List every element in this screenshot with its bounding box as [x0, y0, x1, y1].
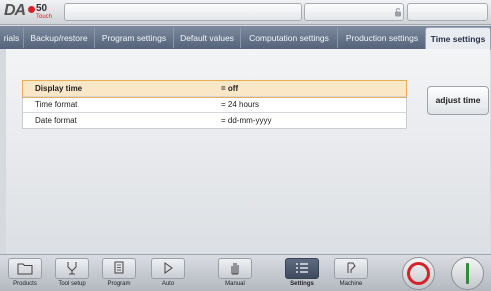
logo-text: DA [4, 2, 26, 19]
settings-panel: Display time = off Time format = 24 hour… [6, 49, 490, 254]
lock-field[interactable] [304, 3, 404, 21]
tab-default-values[interactable]: Default values [174, 28, 241, 48]
status-field [64, 3, 302, 21]
setting-label: Display time [35, 84, 83, 93]
start-icon [466, 263, 469, 284]
tab-materials[interactable]: rials [0, 28, 24, 48]
tab-time-settings[interactable]: Time settings [425, 27, 491, 50]
nav-tool-setup[interactable]: Tool setup [54, 258, 90, 290]
stop-button[interactable] [402, 257, 435, 290]
logo: DA 50 Touch [2, 2, 60, 22]
list-icon [285, 258, 319, 279]
adjust-time-button[interactable]: adjust time [427, 86, 489, 115]
nav-label: Settings [290, 281, 314, 287]
tool-icon [55, 258, 89, 279]
tab-computation-settings[interactable]: Computation settings [241, 28, 338, 48]
nav-products[interactable]: Products [7, 258, 43, 290]
tab-production-settings[interactable]: Production settings [338, 28, 427, 48]
setting-value: = dd-mm-yyyy [221, 116, 272, 125]
setting-row-display-time[interactable]: Display time = off [22, 80, 407, 98]
lock-icon [395, 8, 401, 17]
setting-label: Time format [35, 100, 78, 109]
play-icon [151, 258, 185, 279]
setting-row-date-format[interactable]: Date format = dd-mm-yyyy [23, 113, 406, 128]
setting-value: = off [221, 84, 239, 93]
document-icon [102, 258, 136, 279]
setting-row-time-format[interactable]: Time format = 24 hours [23, 97, 406, 113]
top-bar: DA 50 Touch [0, 0, 491, 25]
nav-machine[interactable]: Machine [333, 258, 369, 290]
nav-label: Machine [339, 281, 363, 287]
logo-dot-icon [28, 6, 35, 13]
stop-icon [407, 262, 430, 285]
nav-label: Program [107, 281, 131, 287]
nav-label: Tool setup [58, 281, 86, 287]
nav-label: Products [13, 281, 37, 287]
tab-program-settings[interactable]: Program settings [95, 28, 174, 48]
nav-program[interactable]: Program [101, 258, 137, 290]
setting-value: = 24 hours [221, 100, 260, 109]
logo-sub: Touch [36, 14, 53, 20]
nav-label: Manual [225, 281, 245, 287]
settings-table: Display time = off Time format = 24 hour… [22, 80, 407, 129]
nav-manual[interactable]: Manual [217, 258, 253, 290]
tab-bar: rials Backup/restore Program settings De… [0, 26, 491, 50]
logo-number: 50 [36, 3, 48, 14]
nav-label: Auto [161, 281, 175, 287]
nav-settings[interactable]: Settings [284, 258, 320, 290]
hand-icon [218, 258, 252, 279]
info-field [407, 3, 488, 21]
setting-label: Date format [35, 116, 77, 125]
nav-auto[interactable]: Auto [150, 258, 186, 290]
folder-icon [8, 258, 42, 279]
start-button[interactable] [451, 257, 484, 290]
tab-backup-restore[interactable]: Backup/restore [24, 28, 95, 48]
machine-icon [334, 258, 368, 279]
